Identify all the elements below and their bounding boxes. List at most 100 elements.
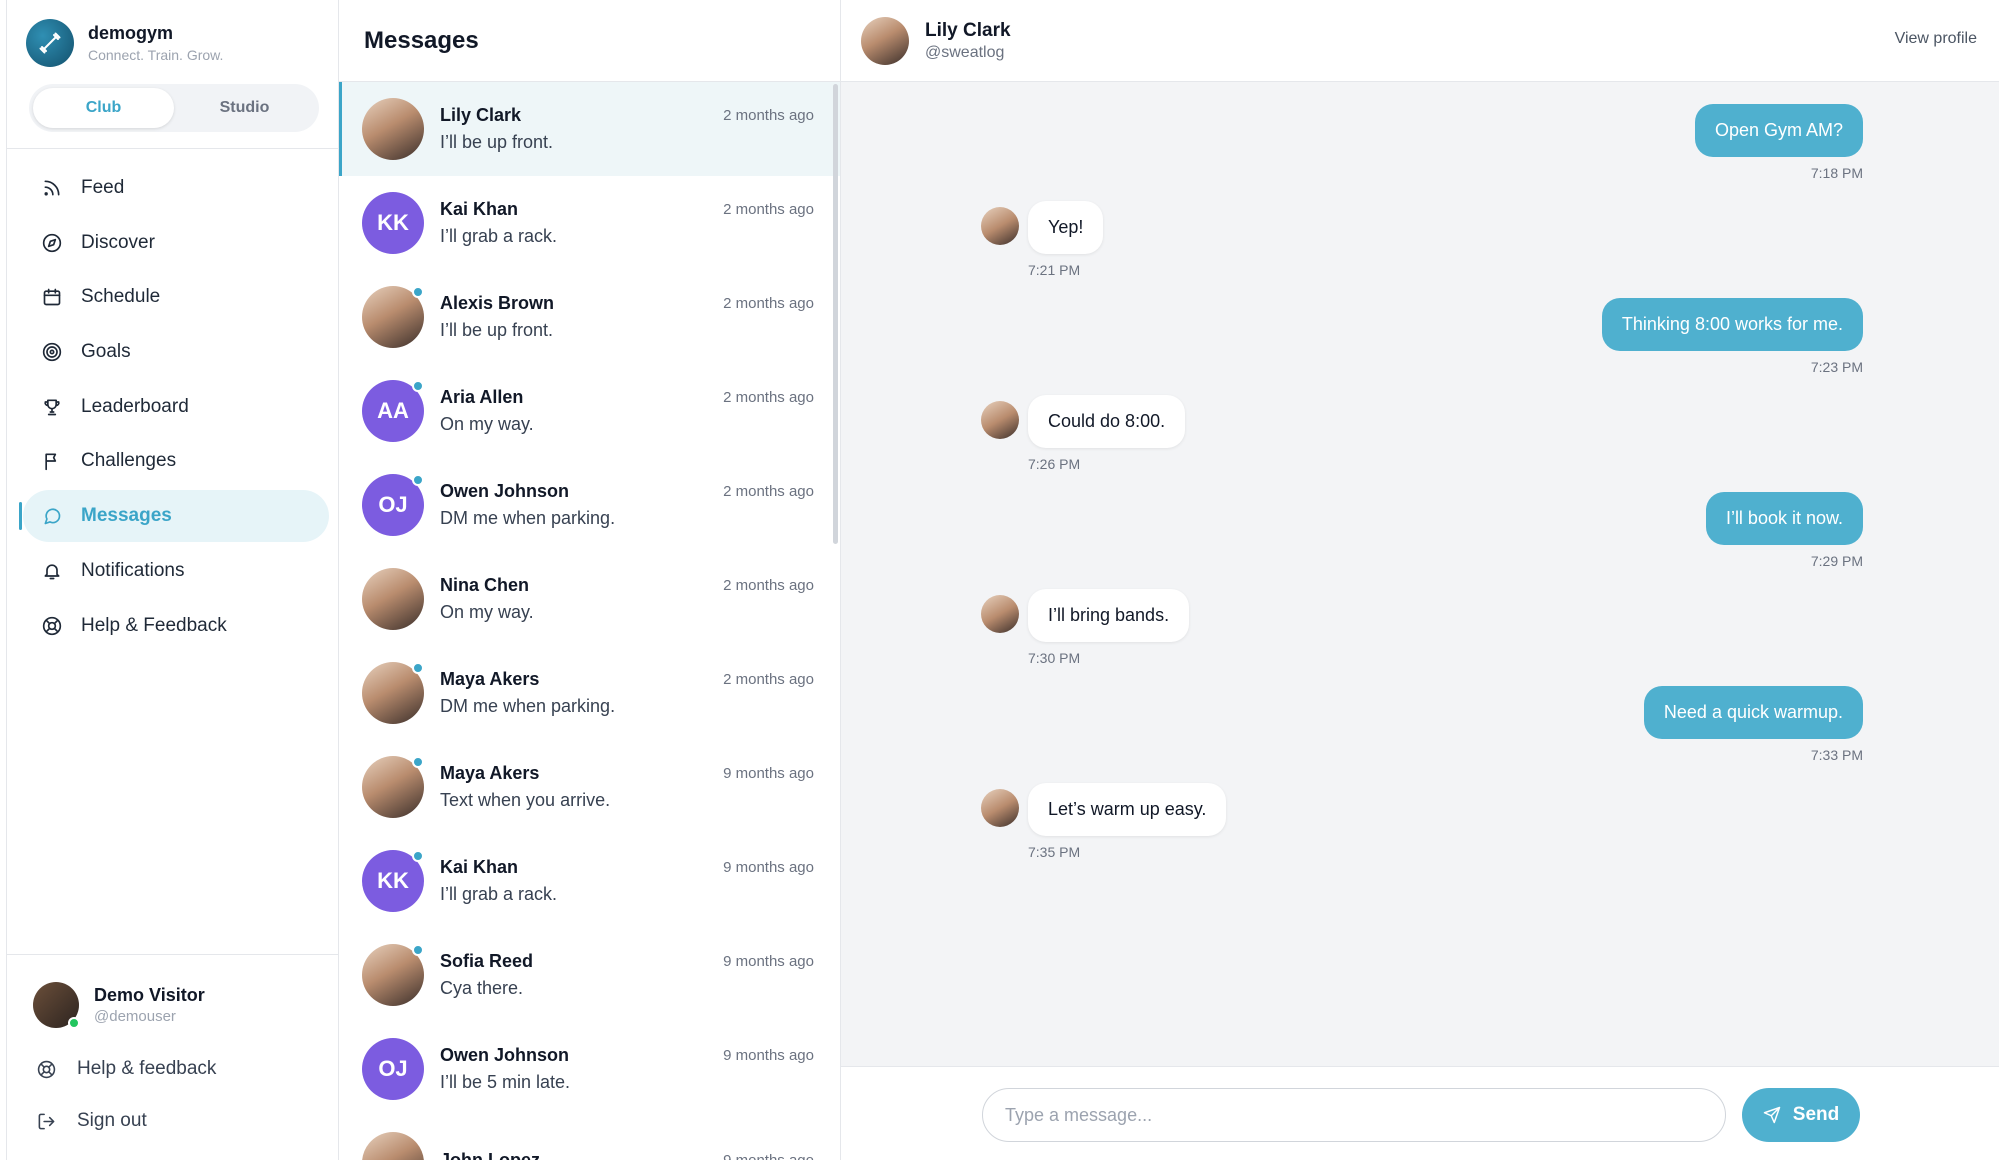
conversation-item[interactable]: Nina Chen 2 months ago On my way.: [339, 552, 840, 646]
conversation-time: 2 months ago: [723, 389, 814, 406]
nav-label: Discover: [81, 231, 155, 253]
avatar: KK: [362, 850, 424, 912]
message-time: 7:26 PM: [1028, 456, 1081, 472]
nav-item-feed[interactable]: Feed: [23, 162, 329, 214]
compass-icon: [41, 232, 63, 254]
message-bubble[interactable]: Need a quick warmup.: [1643, 686, 1863, 739]
sign-out-icon: [35, 1110, 57, 1132]
message-bubble[interactable]: I’ll bring bands.: [1028, 589, 1190, 642]
list-scrollbar[interactable]: [833, 84, 838, 544]
conversation-item[interactable]: Maya Akers 9 months ago Text when you arri…: [339, 740, 840, 834]
conversation-name: Maya Akers: [440, 763, 540, 783]
message-time: 7:35 PM: [1028, 844, 1081, 860]
conversation-item[interactable]: OJ Owen Johnson 9 months ago I’ll be 5 min …: [339, 1022, 840, 1116]
avatar: [981, 401, 1019, 439]
segment-club[interactable]: Club: [33, 88, 174, 128]
nav-label: Goals: [81, 341, 131, 363]
nav-item-help-feedback[interactable]: Help & Feedback: [23, 600, 329, 652]
message-time: 7:18 PM: [1810, 165, 1863, 181]
conversation-preview: I’ll grab a rack.: [440, 226, 558, 246]
page-title: Messages: [339, 0, 840, 82]
sign-out-link[interactable]: Sign out: [35, 1110, 147, 1132]
message-time: 7:30 PM: [1028, 650, 1081, 666]
nav-item-leaderboard[interactable]: Leaderboard: [23, 381, 329, 433]
nav-item-goals[interactable]: Goals: [23, 326, 329, 378]
message-bubble[interactable]: Open Gym AM?: [1694, 104, 1863, 157]
nav-item-notifications[interactable]: Notifications: [23, 545, 329, 597]
nav-item-schedule[interactable]: Schedule: [23, 271, 329, 323]
sign-out-label: Sign out: [77, 1110, 147, 1131]
avatar: OJ: [362, 1038, 424, 1100]
sidebar: demogym Connect. Train. Grow. Club Studi…: [7, 0, 339, 1160]
avatar: [981, 207, 1019, 245]
outgoing-message: Thinking 8:00 works for me. 7:23 PM: [1601, 298, 1863, 375]
conversation-preview: Text when you arrive.: [440, 790, 611, 810]
nav-label: Notifications: [81, 559, 185, 581]
conversation-item[interactable]: KK Kai Khan 2 months ago I’ll grab a rack.: [339, 176, 840, 270]
conversation-item[interactable]: OJ Owen Johnson 2 months ago DM me when par…: [339, 458, 840, 552]
online-status-dot: [68, 1017, 80, 1029]
conversation-time: 2 months ago: [723, 577, 814, 594]
conversation-time: 9 months ago: [723, 1047, 814, 1064]
outgoing-message: Open Gym AM? 7:18 PM: [1694, 104, 1863, 181]
segment-studio[interactable]: Studio: [174, 88, 315, 128]
conversation-preview: On my way.: [440, 602, 534, 622]
brand[interactable]: demogym Connect. Train. Grow.: [26, 19, 223, 67]
send-button[interactable]: Send: [1742, 1088, 1860, 1142]
online-status-dot: [412, 756, 424, 768]
conversation-item[interactable]: Lily Clark 2 months ago I’ll be up front.: [339, 82, 840, 176]
online-status-dot: [412, 850, 424, 862]
send-icon: [1763, 1106, 1781, 1124]
bell-icon: [41, 560, 63, 582]
avatar: [362, 944, 424, 1006]
message-bubble[interactable]: Could do 8:00.: [1028, 395, 1186, 448]
incoming-message: Let’s warm up easy. 7:35 PM: [981, 783, 1227, 860]
avatar: [981, 595, 1019, 633]
conversation-item[interactable]: Sofia Reed 9 months ago Cya there.: [339, 928, 840, 1022]
chat-contact-handle: @sweatlog: [925, 43, 1005, 61]
help-feedback-link[interactable]: Help & feedback: [35, 1058, 216, 1080]
conversation-name: Nina Chen: [440, 575, 530, 595]
message-bubble[interactable]: Let’s warm up easy.: [1028, 783, 1227, 836]
avatar[interactable]: [861, 16, 909, 65]
conversation-time: 2 months ago: [723, 107, 814, 124]
online-status-dot: [412, 944, 424, 956]
conversation-preview: Cya there.: [440, 978, 524, 998]
message-icon: [41, 505, 63, 527]
message-bubble[interactable]: Yep!: [1028, 201, 1104, 254]
conversation-item[interactable]: Maya Akers 2 months ago DM me when parking…: [339, 646, 840, 740]
conversation-preview: I’ll grab a rack.: [440, 884, 558, 904]
outgoing-message: Need a quick warmup. 7:33 PM: [1643, 686, 1863, 763]
lifebuoy-icon: [41, 615, 63, 637]
conversation-time: 2 months ago: [723, 483, 814, 500]
conversation-item[interactable]: John Lopez 9 months ago: [339, 1116, 840, 1160]
conversation-time: 9 months ago: [723, 953, 814, 970]
message-bubble[interactable]: I’ll book it now.: [1705, 492, 1863, 545]
view-profile-link[interactable]: View profile: [1895, 30, 1977, 48]
nav-label: Schedule: [81, 286, 161, 308]
conversation-time: 2 months ago: [723, 201, 814, 218]
conversation-item[interactable]: Alexis Brown 2 months ago I’ll be up front…: [339, 270, 840, 364]
conversation-time: 9 months ago: [723, 859, 814, 876]
calendar-icon: [41, 286, 63, 308]
conversation-time: 9 months ago: [723, 1151, 814, 1160]
user-handle: @demouser: [94, 1008, 176, 1025]
nav-item-messages[interactable]: Messages: [19, 490, 329, 543]
conversation-items: Lily Clark 2 months ago I’ll be up front. K…: [339, 82, 840, 1160]
avatar: [362, 286, 424, 348]
flag-icon: [41, 450, 63, 472]
online-status-dot: [412, 474, 424, 486]
conversation-item[interactable]: KK Kai Khan 9 months ago I’ll grab a rack.: [339, 834, 840, 928]
avatar: OJ: [362, 474, 424, 536]
conversation-item[interactable]: AA Aria Allen 2 months ago On my way.: [339, 364, 840, 458]
trophy-icon: [41, 396, 63, 418]
conversation-preview: On my way.: [440, 414, 534, 434]
message-input[interactable]: [982, 1088, 1726, 1142]
nav-item-discover[interactable]: Discover: [23, 217, 329, 269]
conversation-preview: I’ll be up front.: [440, 320, 554, 340]
message-bubble[interactable]: Thinking 8:00 works for me.: [1601, 298, 1863, 351]
nav-item-challenges[interactable]: Challenges: [23, 435, 329, 487]
current-user-card[interactable]: Demo Visitor @demouser: [33, 982, 205, 1029]
conversation-time: 2 months ago: [723, 671, 814, 688]
app-window: demogym Connect. Train. Grow. Club Studi…: [6, 0, 1999, 1160]
